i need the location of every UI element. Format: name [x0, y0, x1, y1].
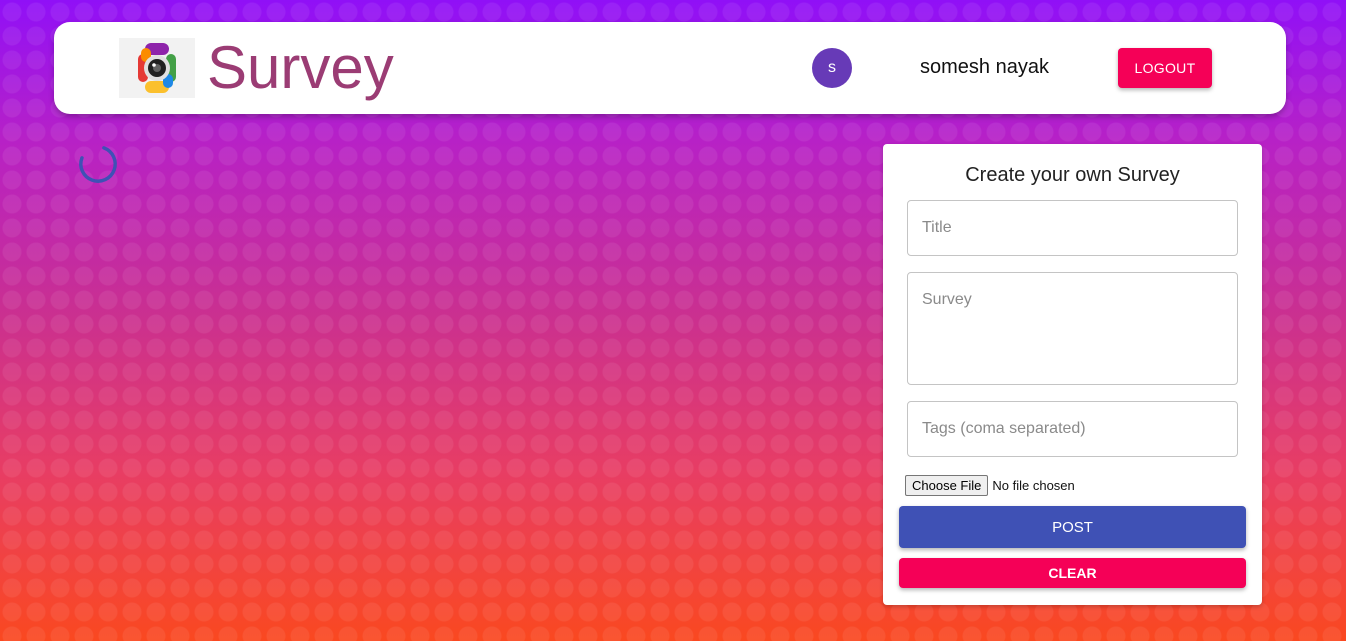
- tags-input[interactable]: [907, 401, 1238, 457]
- page-title: Survey: [207, 34, 394, 101]
- create-survey-form: Create your own Survey Choose File No fi…: [883, 144, 1262, 605]
- title-input[interactable]: [907, 200, 1238, 256]
- form-heading: Create your own Survey: [965, 164, 1180, 186]
- app-header: Survey s somesh nayak LOGOUT: [54, 22, 1286, 114]
- username-label: somesh nayak: [920, 56, 1049, 78]
- choose-file-button[interactable]: Choose File: [905, 475, 989, 496]
- survey-textarea[interactable]: [907, 272, 1238, 385]
- avatar[interactable]: s: [812, 48, 852, 88]
- clear-button[interactable]: CLEAR: [899, 558, 1246, 588]
- loading-spinner-icon: [79, 145, 117, 183]
- logo: [119, 38, 195, 98]
- camera-lens-logo-icon: [138, 43, 176, 93]
- post-button[interactable]: POST: [899, 506, 1246, 548]
- logout-button[interactable]: LOGOUT: [1118, 48, 1212, 88]
- file-picker: Choose File No file chosen: [905, 475, 1075, 496]
- file-status-label: No file chosen: [992, 478, 1075, 493]
